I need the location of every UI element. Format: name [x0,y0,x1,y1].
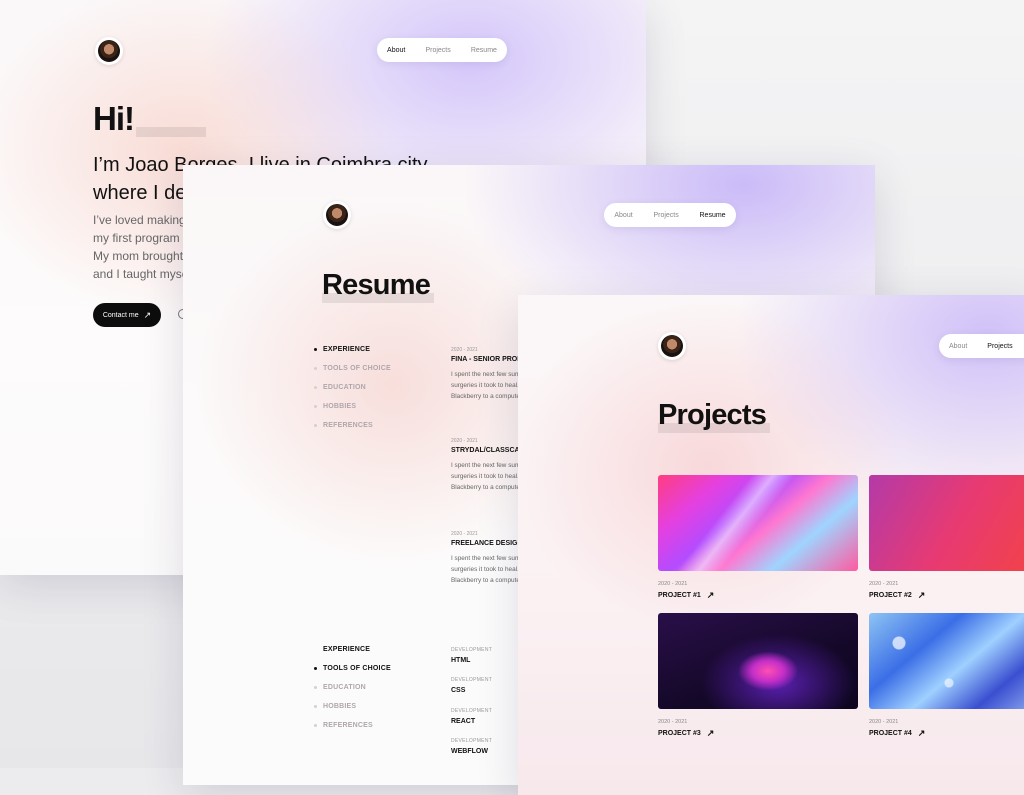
section-nav-item[interactable]: HOBBIES [314,697,391,716]
nav-resume[interactable]: Resume [690,212,736,219]
project-thumbnail[interactable] [869,475,1024,571]
project-thumbnail[interactable] [658,613,858,709]
nav-projects[interactable]: Projects [977,343,1022,350]
section-nav: EXPERIENCE TOOLS OF CHOICE EDUCATION HOB… [314,640,391,735]
arrow-up-right-icon: ↗ [706,590,715,600]
project-thumbnail[interactable] [869,613,1024,709]
section-nav-item[interactable]: TOOLS OF CHOICE [314,359,391,378]
project-thumbnail[interactable] [658,475,858,571]
top-nav: About Projects Resume [604,203,736,227]
contact-label: Contact me [102,311,139,319]
arrow-up-right-icon: ↗ [143,309,152,320]
section-nav-item[interactable]: EDUCATION [314,378,391,397]
projects-page: About Projects Projects 2020 - 2021 PROJ… [518,295,1024,795]
contact-button[interactable]: Contact me ↗ [93,303,161,327]
project-date: 2020 - 2021 [658,581,688,587]
section-nav-item[interactable]: TOOLS OF CHOICE [314,659,391,678]
project-link[interactable]: PROJECT #2 ↗ [869,591,925,600]
nav-projects[interactable]: Projects [415,47,460,54]
nav-about[interactable]: About [939,343,977,350]
section-nav-item[interactable]: HOBBIES [314,397,391,416]
nav-projects[interactable]: Projects [643,212,688,219]
avatar[interactable] [323,201,351,229]
project-link[interactable]: PROJECT #1 ↗ [658,591,714,600]
nav-about[interactable]: About [377,47,415,54]
nav-about[interactable]: About [604,212,642,219]
section-nav-item[interactable]: EDUCATION [314,678,391,697]
heading-underline [136,127,206,137]
nav-resume[interactable]: Resume [461,47,507,54]
project-link[interactable]: PROJECT #4 ↗ [869,729,925,738]
section-nav-item[interactable]: REFERENCES [314,416,391,435]
section-nav: EXPERIENCE TOOLS OF CHOICE EDUCATION HOB… [314,340,391,435]
tool-item: DEVELOPMENT WEBFLOW [451,738,493,755]
tool-item: DEVELOPMENT HTML [451,647,493,664]
top-nav: About Projects Resume [377,38,507,62]
project-date: 2020 - 2021 [658,719,688,725]
section-nav-item[interactable]: EXPERIENCE [314,340,391,359]
avatar[interactable] [658,332,686,360]
tool-item: DEVELOPMENT REACT [451,708,493,725]
top-nav: About Projects [939,334,1024,358]
section-nav-item[interactable]: EXPERIENCE [314,640,391,659]
project-link[interactable]: PROJECT #3 ↗ [658,729,714,738]
arrow-up-right-icon: ↗ [917,728,926,738]
page-title: Projects [658,399,767,431]
arrow-up-right-icon: ↗ [706,728,715,738]
arrow-up-right-icon: ↗ [917,590,926,600]
project-date: 2020 - 2021 [869,719,899,725]
tool-item: DEVELOPMENT CSS [451,677,493,694]
avatar[interactable] [95,37,123,65]
project-date: 2020 - 2021 [869,581,899,587]
page-title: Resume [322,269,431,301]
greeting-heading: Hi! [93,100,135,137]
section-nav-item[interactable]: REFERENCES [314,716,391,735]
